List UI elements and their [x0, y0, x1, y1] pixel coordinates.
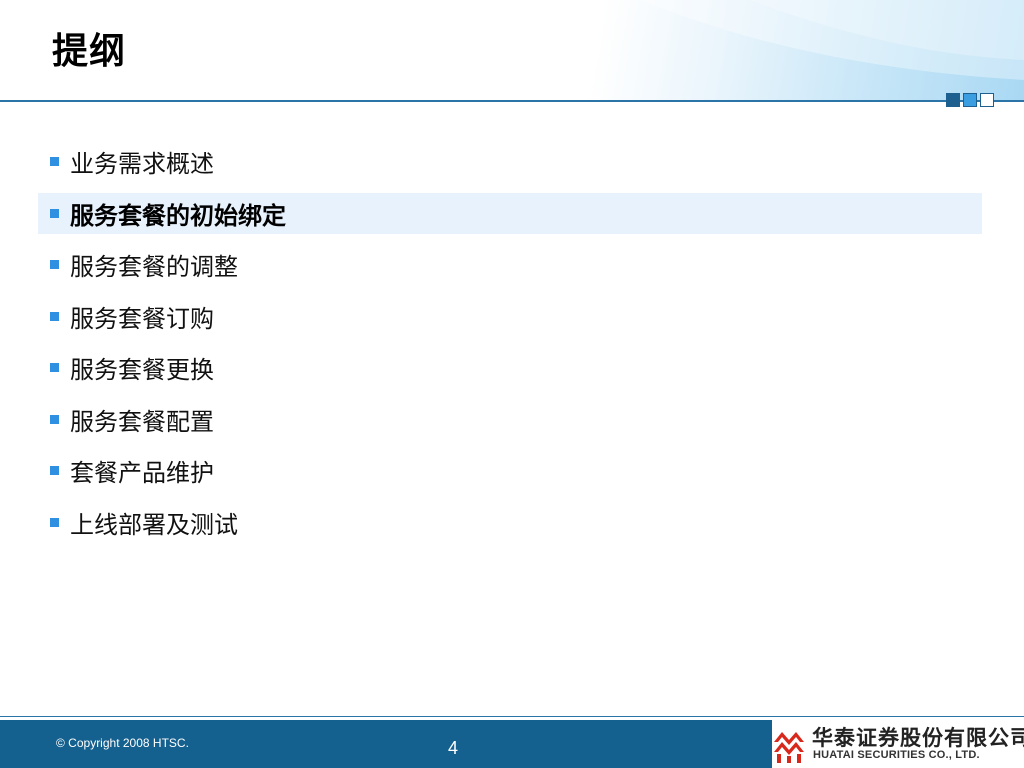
- bullet-icon: [50, 260, 59, 270]
- agenda-item: 服务套餐订购: [38, 291, 982, 343]
- bullet-icon: [50, 208, 59, 218]
- bullet-icon: [50, 157, 59, 167]
- agenda-item-label: 服务套餐的初始绑定: [70, 200, 286, 230]
- bullet-icon: [50, 311, 59, 321]
- header-swoosh: [640, 0, 1024, 80]
- header-squares: [946, 93, 994, 109]
- footer-divider: [0, 716, 1024, 717]
- agenda-item-label: 业务需求概述: [70, 150, 214, 179]
- agenda-item: 业务需求概述: [38, 136, 982, 188]
- agenda-item-label: 套餐产品维护: [70, 459, 214, 488]
- agenda-item: 服务套餐更换: [38, 342, 982, 394]
- copyright-text: © Copyright 2008 HTSC.: [56, 736, 189, 750]
- company-name-en: HUATAI SECURITIES CO., LTD.: [813, 749, 980, 761]
- agenda-list: 业务需求概述 服务套餐的初始绑定 服务套餐的调整 服务套餐订购 服务套餐更换 服…: [38, 136, 982, 548]
- agenda-item: 套餐产品维护: [38, 445, 982, 497]
- bullet-icon: [50, 363, 59, 373]
- square-dark: [946, 93, 960, 107]
- company-logo: 华泰证券股份有限公司 HUATAI SECURITIES CO., LTD.: [772, 720, 1024, 768]
- agenda-item-label: 上线部署及测试: [70, 510, 238, 539]
- header-divider: [0, 100, 1024, 102]
- page-number: 4: [448, 738, 459, 758]
- agenda-item-label: 服务套餐配置: [70, 407, 214, 436]
- agenda-item-label: 服务套餐的调整: [70, 253, 238, 282]
- agenda-item: 上线部署及测试: [38, 497, 982, 549]
- square-light: [980, 93, 994, 107]
- slide: 提纲 业务需求概述 服务套餐的初始绑定 服务套餐的调整 服务套餐订购 服务套餐更…: [0, 0, 1024, 768]
- page-title: 提纲: [52, 31, 127, 72]
- agenda-item: 服务套餐的初始绑定: [38, 192, 982, 234]
- bullet-icon: [50, 414, 59, 424]
- bullet-icon: [50, 466, 59, 476]
- bullet-icon: [50, 517, 59, 527]
- square-medium: [963, 93, 977, 107]
- company-name-cn: 华泰证券股份有限公司: [812, 726, 1024, 750]
- agenda-item: 服务套餐的调整: [38, 239, 982, 291]
- agenda-item: 服务套餐配置: [38, 394, 982, 446]
- huatai-logo-icon: [772, 724, 806, 764]
- agenda-item-label: 服务套餐订购: [70, 304, 214, 333]
- agenda-item-label: 服务套餐更换: [70, 356, 214, 385]
